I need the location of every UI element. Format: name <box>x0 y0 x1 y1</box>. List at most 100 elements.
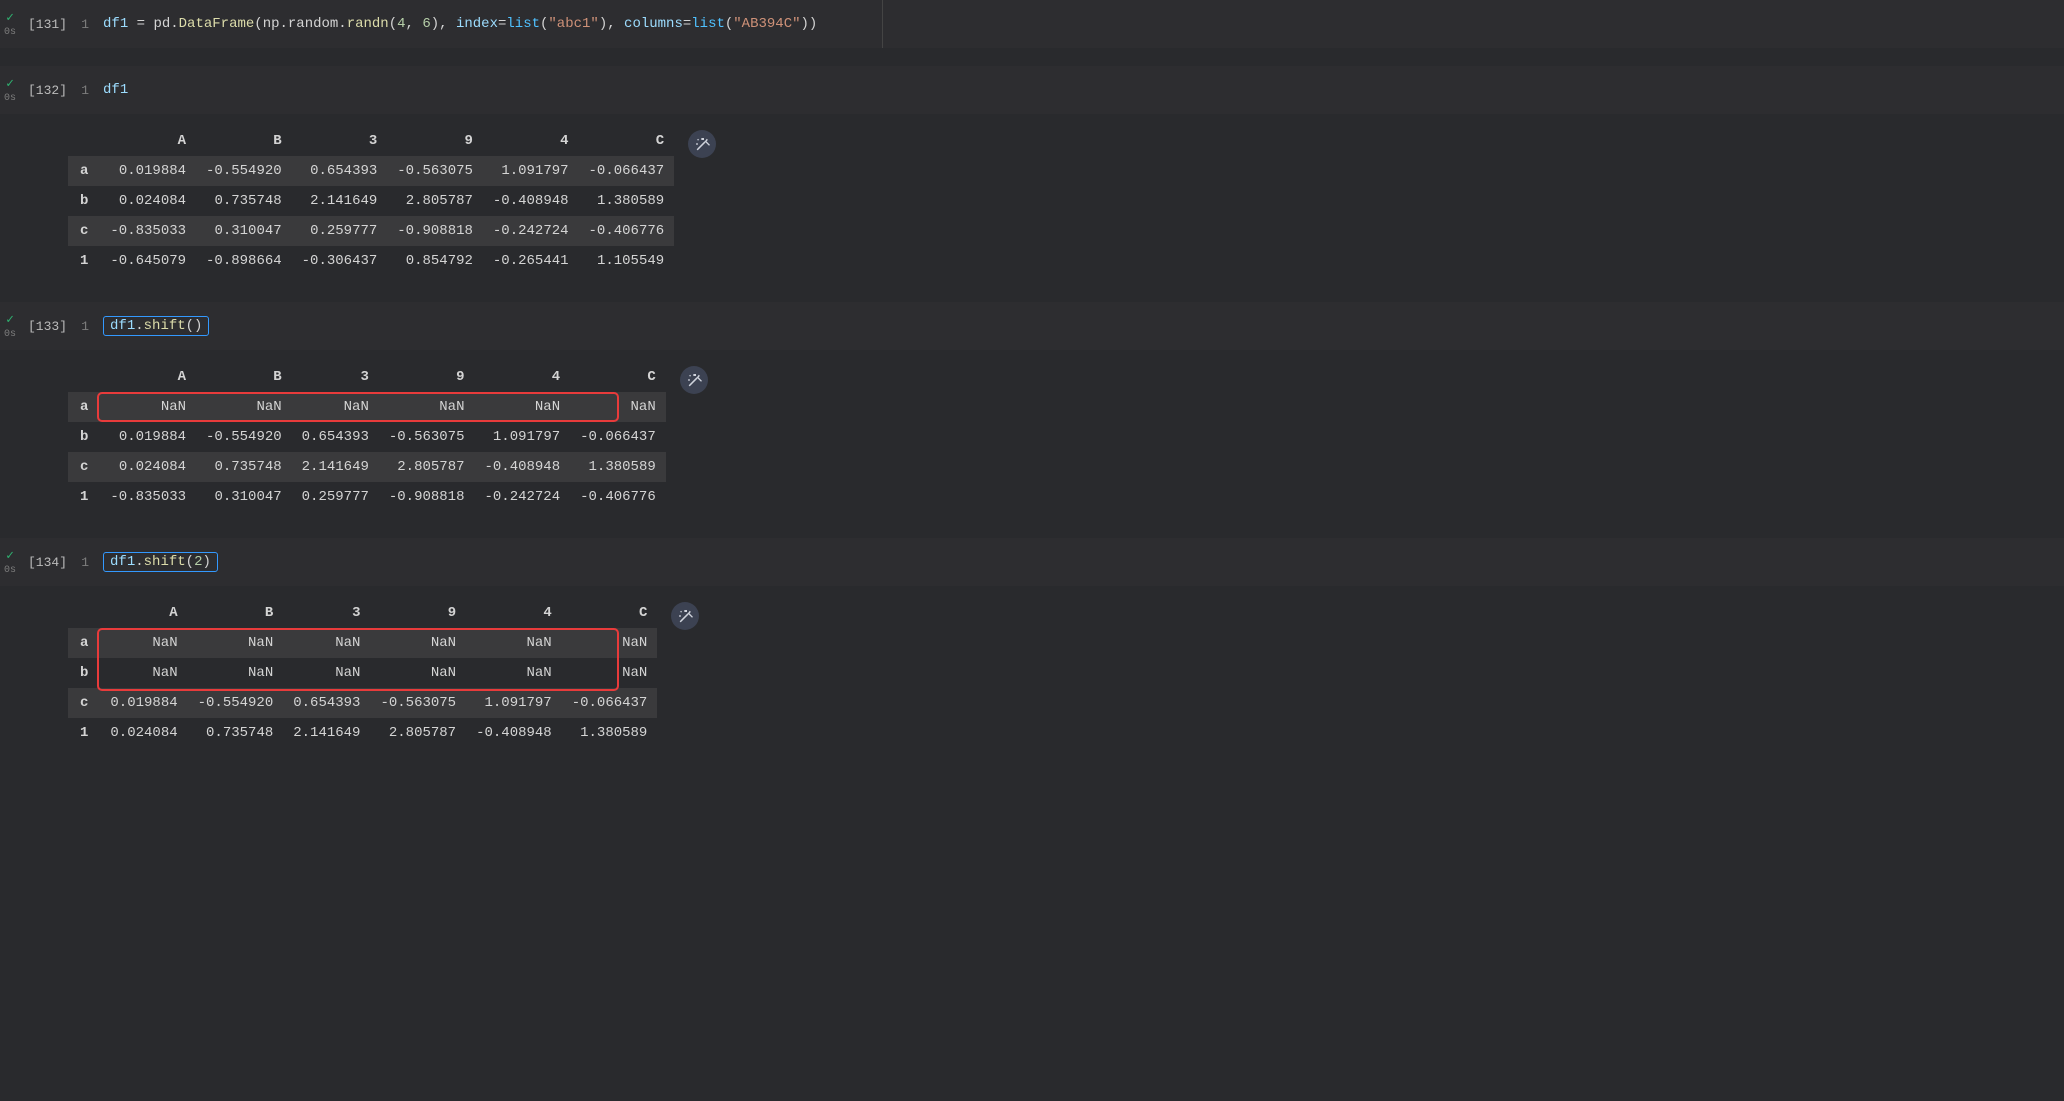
table-cell: 0.019884 <box>100 688 187 718</box>
table-cell: NaN <box>188 658 284 688</box>
table-cell: 0.654393 <box>292 156 388 186</box>
table-cell: NaN <box>292 392 379 422</box>
code-selection: df1.shift(2) <box>103 552 218 572</box>
column-header: 9 <box>387 126 483 156</box>
code-selection: df1.shift() <box>103 316 209 336</box>
cell-execution-count: [134] <box>20 555 75 570</box>
row-index: 1 <box>68 718 100 748</box>
cell-output: AB394CaNaNNaNNaNNaNNaNNaNb0.019884-0.554… <box>0 350 2064 520</box>
notebook-cell: ✓0s[134]1df1.shift(2)AB394CaNaNNaNNaNNaN… <box>0 538 2064 756</box>
row-index: 1 <box>68 482 100 512</box>
table-cell: -0.066437 <box>570 422 666 452</box>
column-header: 3 <box>292 362 379 392</box>
cell-execution-count: [131] <box>20 17 75 32</box>
table-cell: -0.563075 <box>387 156 483 186</box>
table-cell: -0.406776 <box>570 482 666 512</box>
table-cell: 0.019884 <box>100 156 196 186</box>
table-cell: 1.091797 <box>466 688 562 718</box>
table-cell: NaN <box>283 658 370 688</box>
dataframe-table: AB394Ca0.019884-0.5549200.654393-0.56307… <box>68 126 674 276</box>
table-cell: -0.242724 <box>483 216 579 246</box>
table-cell: NaN <box>188 628 284 658</box>
table-cell: -0.563075 <box>370 688 466 718</box>
row-index: c <box>68 452 100 482</box>
column-header: B <box>196 362 292 392</box>
table-cell: 0.259777 <box>292 482 379 512</box>
table-cell: 2.141649 <box>292 452 379 482</box>
code-editor[interactable]: df1 = pd.DataFrame(np.random.randn(4, 6)… <box>103 14 2064 34</box>
table-cell: 0.310047 <box>196 216 292 246</box>
exec-duration: 0s <box>4 93 16 104</box>
table-cell: 1.380589 <box>570 452 666 482</box>
cell-input-row[interactable]: ✓0s[133]1df1.shift() <box>0 302 2064 350</box>
magic-wand-icon[interactable] <box>688 130 716 158</box>
table-cell: 0.735748 <box>188 718 284 748</box>
table-row: c0.0240840.7357482.1416492.805787-0.4089… <box>68 452 666 482</box>
table-cell: 0.654393 <box>283 688 370 718</box>
table-cell: 2.805787 <box>379 452 475 482</box>
table-cell: -0.406776 <box>579 216 675 246</box>
table-cell: 0.735748 <box>196 186 292 216</box>
table-cell: -0.554920 <box>188 688 284 718</box>
row-index: c <box>68 688 100 718</box>
table-cell: -0.066437 <box>579 156 675 186</box>
code-editor[interactable]: df1.shift(2) <box>103 550 2064 574</box>
table-row: 10.0240840.7357482.1416492.805787-0.4089… <box>68 718 657 748</box>
table-cell: 0.024084 <box>100 452 196 482</box>
check-icon: ✓ <box>6 312 14 327</box>
table-cell: NaN <box>562 658 658 688</box>
table-cell: -0.563075 <box>379 422 475 452</box>
column-header: A <box>100 126 196 156</box>
cell-input-row[interactable]: ✓0s[132]1df1 <box>0 66 2064 114</box>
row-index: 1 <box>68 246 100 276</box>
dataframe-table: AB394CaNaNNaNNaNNaNNaNNaNb0.019884-0.554… <box>68 362 666 512</box>
row-index: b <box>68 186 100 216</box>
column-header: 4 <box>483 126 579 156</box>
table-cell: -0.242724 <box>475 482 571 512</box>
table-cell: 2.805787 <box>387 186 483 216</box>
table-cell: 1.380589 <box>562 718 658 748</box>
table-cell: -0.908818 <box>387 216 483 246</box>
column-header: C <box>579 126 675 156</box>
cell-input-row[interactable]: ✓0s[134]1df1.shift(2) <box>0 538 2064 586</box>
check-icon: ✓ <box>6 10 14 25</box>
table-cell: 1.091797 <box>483 156 579 186</box>
table-cell: NaN <box>370 628 466 658</box>
table-cell: 0.019884 <box>100 422 196 452</box>
table-cell: -0.898664 <box>196 246 292 276</box>
line-number: 1 <box>75 555 103 570</box>
code-editor[interactable]: df1 <box>103 80 2064 100</box>
table-row: a0.019884-0.5549200.654393-0.5630751.091… <box>68 156 674 186</box>
code-editor[interactable]: df1.shift() <box>103 314 2064 338</box>
magic-wand-icon[interactable] <box>671 602 699 630</box>
table-cell: 2.141649 <box>292 186 388 216</box>
table-cell: 1.380589 <box>579 186 675 216</box>
vertical-divider <box>882 0 883 48</box>
table-row: aNaNNaNNaNNaNNaNNaN <box>68 628 657 658</box>
table-corner <box>68 126 100 156</box>
row-index: c <box>68 216 100 246</box>
exec-duration: 0s <box>4 329 16 340</box>
table-cell: NaN <box>466 628 562 658</box>
row-index: a <box>68 156 100 186</box>
table-cell: NaN <box>466 658 562 688</box>
column-header: 3 <box>283 598 370 628</box>
column-header: C <box>562 598 658 628</box>
cell-output: AB394Ca0.019884-0.5549200.654393-0.56307… <box>0 114 2064 284</box>
cell-input-row[interactable]: ✓0s[131]1df1 = pd.DataFrame(np.random.ra… <box>0 0 2064 48</box>
table-cell: -0.408948 <box>483 186 579 216</box>
column-header: B <box>196 126 292 156</box>
table-cell: -0.908818 <box>379 482 475 512</box>
notebook-cell: ✓0s[131]1df1 = pd.DataFrame(np.random.ra… <box>0 0 2064 48</box>
cell-output: AB394CaNaNNaNNaNNaNNaNNaNbNaNNaNNaNNaNNa… <box>0 586 2064 756</box>
exec-duration: 0s <box>4 565 16 576</box>
magic-wand-icon[interactable] <box>680 366 708 394</box>
table-cell: -0.408948 <box>466 718 562 748</box>
table-corner <box>68 362 100 392</box>
table-row: aNaNNaNNaNNaNNaNNaN <box>68 392 666 422</box>
table-cell: 0.024084 <box>100 718 187 748</box>
cell-status: ✓0s <box>0 72 20 108</box>
table-cell: 2.141649 <box>283 718 370 748</box>
table-cell: NaN <box>283 628 370 658</box>
notebook-cell: ✓0s[133]1df1.shift()AB394CaNaNNaNNaNNaNN… <box>0 302 2064 520</box>
